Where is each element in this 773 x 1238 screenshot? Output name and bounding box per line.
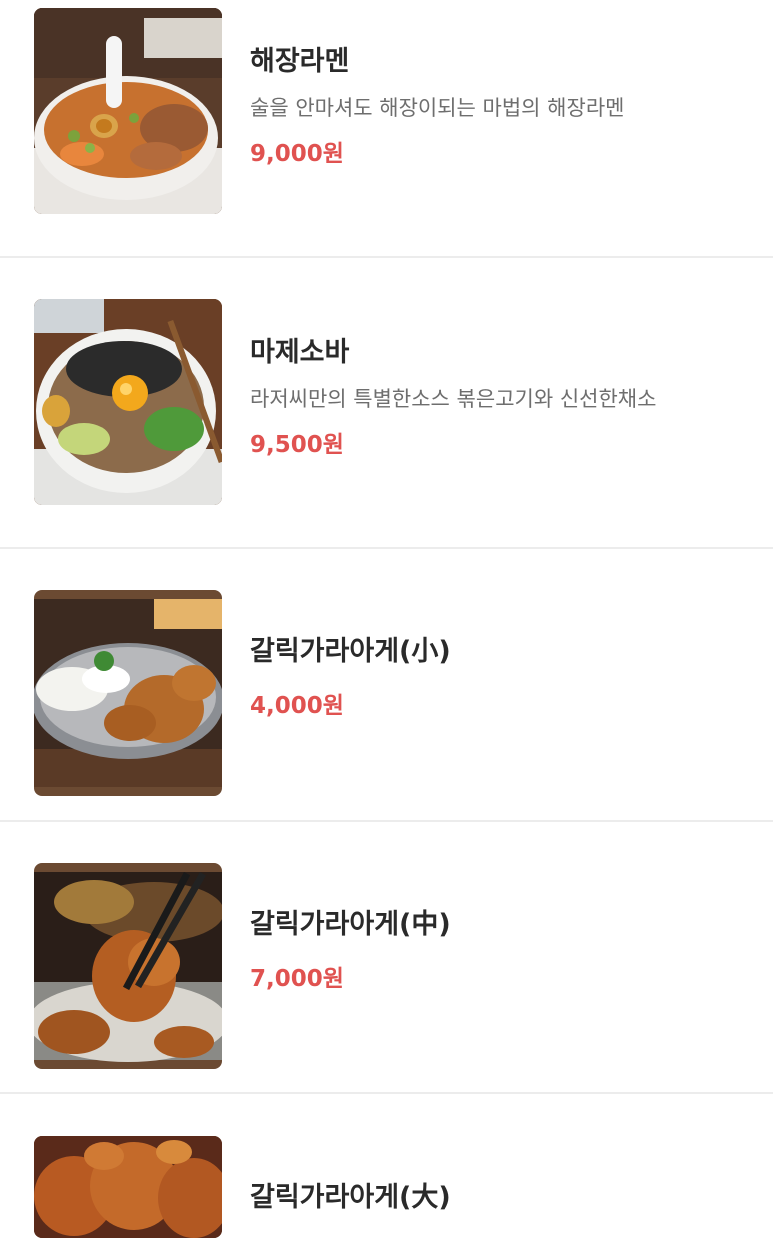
menu-item-garlic-karaage-small[interactable]: 갈릭가라아게(小) 4,000원 bbox=[0, 582, 773, 852]
menu-item-name: 갈릭가라아게(大) bbox=[250, 1182, 451, 1213]
menu-item-garlic-karaage-large[interactable]: 갈릭가라아게(大) bbox=[0, 1128, 773, 1238]
menu-item-description: 술을 안마셔도 해장이되는 마법의 해장라멘 bbox=[250, 96, 625, 120]
karaage-photo bbox=[34, 590, 222, 796]
menu-item-garlic-karaage-medium[interactable]: 갈릭가라아게(中) 7,000원 bbox=[0, 855, 773, 1125]
menu-item-text: 갈릭가라아게(中) 7,000원 bbox=[250, 903, 753, 1001]
menu-item-mazesoba[interactable]: 마제소바 라저씨만의 특별한소스 볶은고기와 신선한채소 9,500원 bbox=[0, 291, 773, 561]
menu-list: 해장라멘 술을 안마셔도 해장이되는 마법의 해장라멘 9,000원 마제소바 … bbox=[0, 0, 773, 1238]
divider bbox=[0, 256, 773, 258]
mazesoba-photo bbox=[34, 299, 222, 505]
karaage-plate-photo bbox=[34, 1136, 222, 1238]
menu-item-text: 갈릭가라아게(大) bbox=[250, 1176, 753, 1220]
menu-item-text: 해장라멘 술을 안마셔도 해장이되는 마법의 해장라멘 9,000원 bbox=[250, 40, 753, 176]
ramen-photo bbox=[34, 8, 222, 214]
menu-item-name: 해장라멘 bbox=[250, 46, 350, 77]
menu-item-price: 9,500원 bbox=[250, 432, 344, 458]
menu-item-price: 9,000원 bbox=[250, 141, 344, 167]
divider bbox=[0, 547, 773, 549]
menu-item-price: 4,000원 bbox=[250, 693, 344, 719]
menu-item-name: 갈릭가라아게(小) bbox=[250, 636, 451, 667]
menu-item-haejang-ramen[interactable]: 해장라멘 술을 안마셔도 해장이되는 마법의 해장라멘 9,000원 bbox=[0, 0, 773, 270]
menu-item-text: 마제소바 라저씨만의 특별한소스 볶은고기와 신선한채소 9,500원 bbox=[250, 331, 753, 467]
menu-item-text: 갈릭가라아게(小) 4,000원 bbox=[250, 630, 753, 728]
karaage-chopsticks-photo bbox=[34, 863, 222, 1069]
menu-item-name: 갈릭가라아게(中) bbox=[250, 909, 451, 940]
menu-item-price: 7,000원 bbox=[250, 966, 344, 992]
divider bbox=[0, 820, 773, 822]
menu-item-name: 마제소바 bbox=[250, 337, 350, 368]
menu-item-description: 라저씨만의 특별한소스 볶은고기와 신선한채소 bbox=[250, 387, 657, 411]
divider bbox=[0, 1092, 773, 1094]
